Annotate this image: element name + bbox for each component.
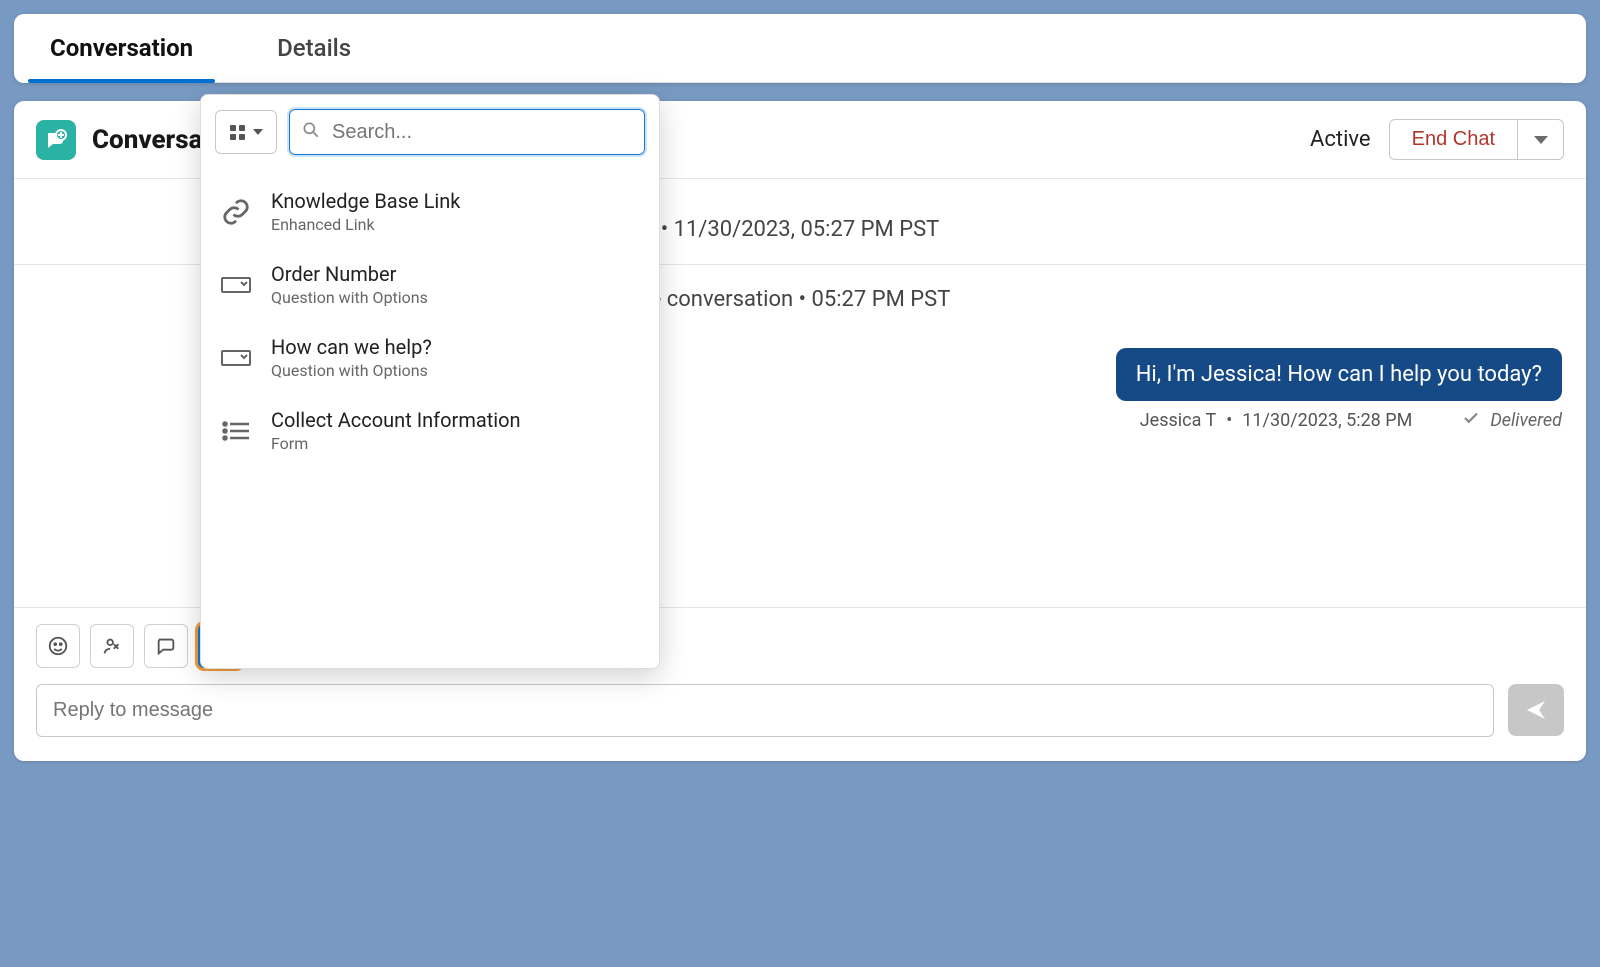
message-author: Jessica T [1140, 410, 1217, 431]
grid-icon [230, 125, 245, 140]
reply-row [36, 684, 1564, 737]
category-filter-button[interactable] [215, 110, 277, 154]
dropdown-field-icon [219, 347, 253, 369]
popover-item-title: How can we help? [271, 335, 432, 359]
dropdown-field-icon [219, 274, 253, 296]
popover-item-title: Collect Account Information [271, 408, 521, 432]
quick-text-button[interactable] [144, 624, 188, 668]
message-time: 11/30/2023, 5:28 PM [1242, 410, 1412, 431]
popover-item-text: Collect Account Information Form [271, 408, 521, 453]
search-input[interactable] [289, 109, 645, 155]
popover-item-subtitle: Question with Options [271, 288, 428, 307]
chevron-down-icon [253, 129, 263, 135]
tab-details[interactable]: Details [265, 28, 363, 82]
popover-item-knowledge-base-link[interactable]: Knowledge Base Link Enhanced Link [215, 175, 645, 248]
link-icon [219, 197, 253, 227]
end-chat-dropdown[interactable] [1518, 119, 1564, 160]
popover-item-collect-account-info[interactable]: Collect Account Information Form [215, 394, 645, 467]
message-bubble: Hi, I'm Jessica! How can I help you toda… [1116, 348, 1562, 401]
tabs-card: Conversation Details [14, 14, 1586, 83]
send-button[interactable] [1508, 684, 1564, 736]
meta-separator: • [1226, 410, 1232, 431]
popover-item-title: Knowledge Base Link [271, 189, 460, 213]
popover-item-text: Order Number Question with Options [271, 262, 428, 307]
form-icon [219, 419, 253, 443]
end-chat-button[interactable]: End Chat [1389, 119, 1518, 160]
check-icon [1462, 409, 1480, 432]
popover-item-order-number[interactable]: Order Number Question with Options [215, 248, 645, 321]
search-wrap [289, 109, 645, 155]
popover-item-subtitle: Enhanced Link [271, 215, 460, 234]
popover-toolbar [215, 109, 645, 155]
reply-input[interactable] [36, 684, 1494, 737]
popover-item-text: Knowledge Base Link Enhanced Link [271, 189, 460, 234]
components-popover: Knowledge Base Link Enhanced Link Order … [200, 94, 660, 669]
popover-item-how-can-we-help[interactable]: How can we help? Question with Options [215, 321, 645, 394]
popover-item-text: How can we help? Question with Options [271, 335, 432, 380]
emoji-icon [47, 635, 69, 657]
chevron-down-icon [1534, 136, 1548, 144]
conversation-icon [36, 120, 76, 160]
popover-item-subtitle: Form [271, 434, 521, 453]
transfer-button[interactable] [90, 624, 134, 668]
popover-item-subtitle: Question with Options [271, 361, 432, 380]
transfer-icon [101, 635, 123, 657]
end-chat-group: End Chat [1389, 119, 1564, 160]
status-text: Active [1310, 127, 1371, 152]
popover-item-title: Order Number [271, 262, 428, 286]
search-icon [301, 120, 321, 144]
header-right: Active End Chat [1310, 119, 1564, 160]
tabs-row: Conversation Details [38, 28, 1562, 83]
emoji-button[interactable] [36, 624, 80, 668]
send-icon [1524, 698, 1548, 722]
delivered-label: Delivered [1490, 410, 1562, 431]
tab-conversation[interactable]: Conversation [38, 28, 205, 82]
chat-icon [155, 635, 177, 657]
